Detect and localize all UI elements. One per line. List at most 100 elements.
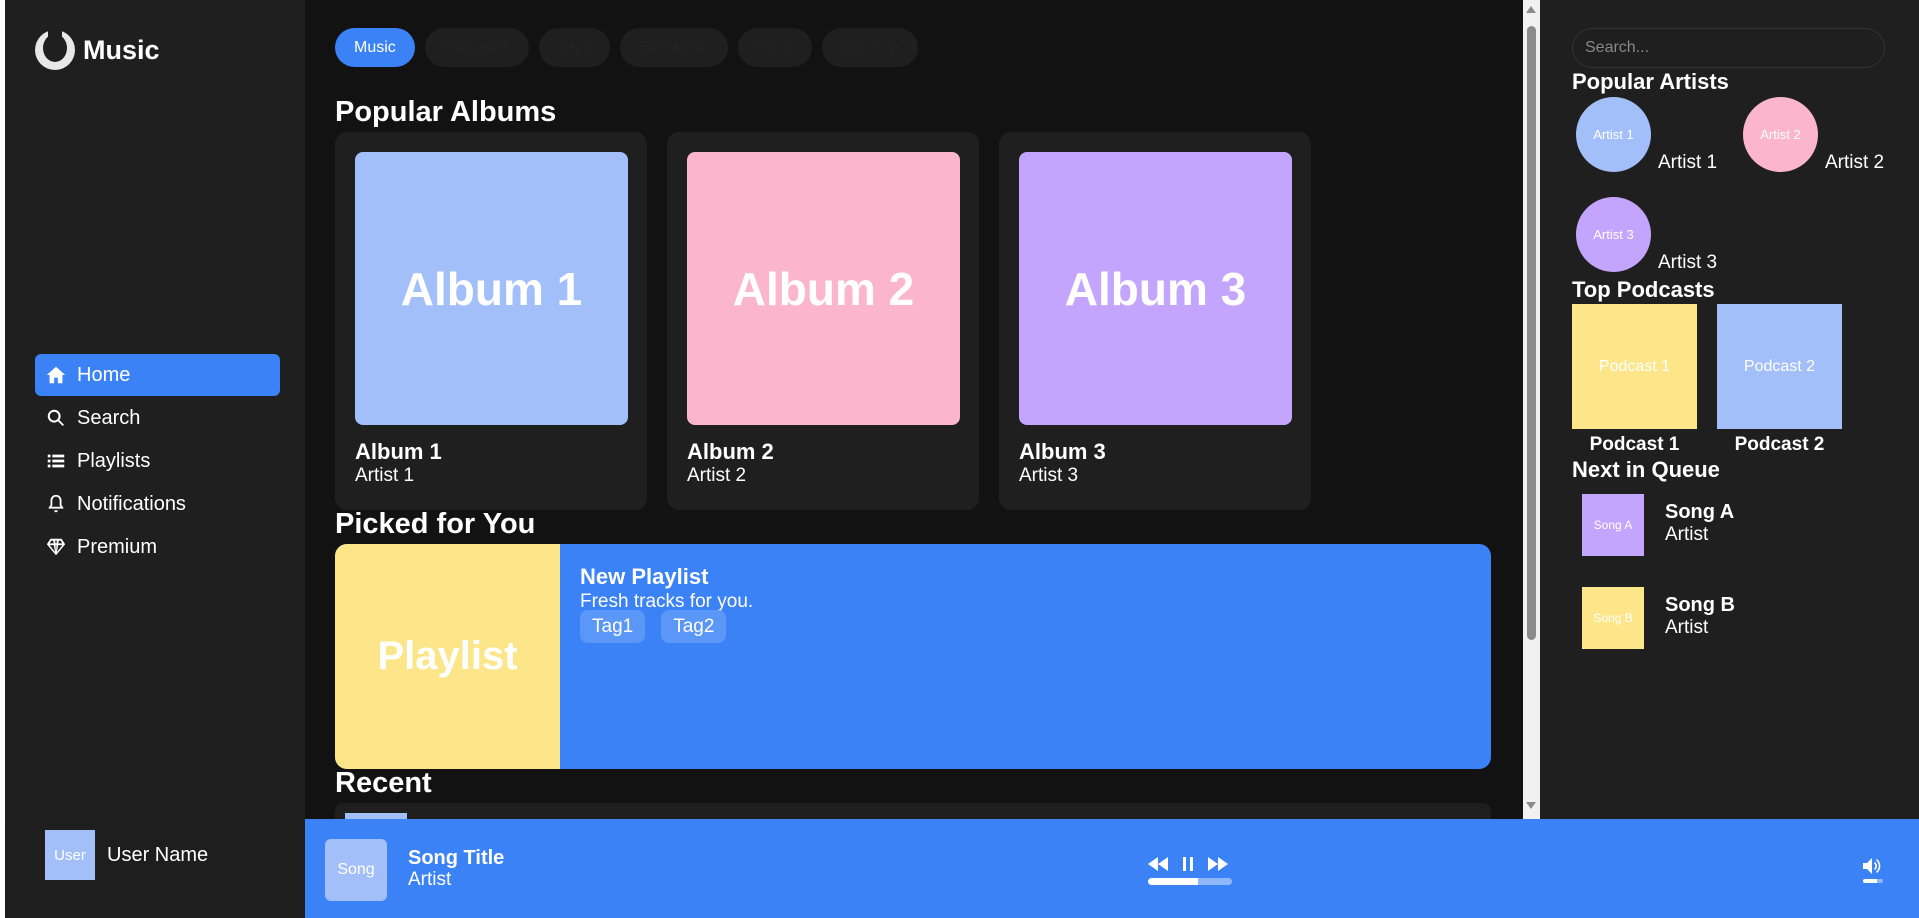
queue-artist: Artist bbox=[1665, 617, 1709, 638]
sidebar-item-label: Search bbox=[77, 406, 141, 429]
album-title: Album 1 bbox=[355, 439, 442, 464]
recent-item[interactable] bbox=[335, 803, 1491, 819]
user-name: User Name bbox=[107, 843, 209, 866]
list-icon bbox=[47, 454, 65, 468]
artist-name: Artist 2 bbox=[1825, 152, 1885, 173]
podcast-item[interactable]: Podcast 1 Podcast 1 bbox=[1572, 304, 1697, 456]
queue-title: Song A bbox=[1665, 501, 1735, 523]
user-profile[interactable]: User User Name bbox=[45, 830, 208, 880]
queue-cover: Song A bbox=[1582, 494, 1644, 556]
chip-jazz[interactable]: Jazz bbox=[538, 28, 610, 67]
app-title: Music bbox=[83, 34, 160, 65]
next-in-queue-heading: Next in Queue bbox=[1572, 457, 1720, 482]
app-window: Music Home Search Playlists Notification… bbox=[5, 0, 1919, 918]
album-artist: Artist 1 bbox=[355, 465, 415, 486]
artist-name: Artist 1 bbox=[1658, 152, 1718, 173]
tag-chip[interactable]: Tag1 bbox=[580, 610, 646, 643]
top-podcasts-heading: Top Podcasts bbox=[1572, 277, 1715, 302]
fast-forward-icon[interactable] bbox=[1208, 857, 1228, 871]
chip-electronic[interactable]: Electronic bbox=[619, 28, 728, 67]
sidebar-item-label: Playlists bbox=[77, 449, 151, 472]
playlist-title: New Playlist bbox=[580, 564, 709, 589]
player-bar: Song Song Title Artist bbox=[305, 819, 1919, 918]
app-logo[interactable]: Music bbox=[35, 30, 160, 70]
filter-chips: Music Podcasts Jazz Electronic Rock Hip … bbox=[335, 28, 919, 67]
bell-icon bbox=[48, 494, 64, 513]
search-input[interactable] bbox=[1572, 28, 1885, 68]
chip-podcasts[interactable]: Podcasts bbox=[424, 28, 529, 67]
main-content: Music Podcasts Jazz Electronic Rock Hip … bbox=[305, 0, 1523, 819]
album-cover: Album 1 bbox=[355, 152, 628, 425]
album-card[interactable]: Album 1 Album 1 Artist 1 bbox=[335, 132, 647, 510]
artist-item[interactable]: Artist 3 Artist 3 bbox=[1576, 197, 1776, 277]
progress-fill bbox=[1148, 878, 1199, 885]
recent-heading: Recent bbox=[335, 767, 432, 799]
playlist-cover: Playlist bbox=[335, 544, 560, 769]
sidebar-item-notifications[interactable]: Notifications bbox=[35, 483, 280, 525]
right-panel: Popular Artists Artist 1 Artist 1 Artist… bbox=[1540, 0, 1919, 819]
artist-name: Artist 3 bbox=[1658, 252, 1718, 273]
search-icon bbox=[47, 409, 64, 426]
chip-hip-hop[interactable]: Hip Hop bbox=[822, 28, 919, 67]
volume-fill bbox=[1863, 879, 1877, 883]
now-playing-artist: Artist bbox=[408, 869, 452, 890]
podcast-name: Podcast 1 bbox=[1589, 434, 1680, 455]
now-playing-art: Song bbox=[325, 839, 387, 901]
album-cover: Album 3 bbox=[1019, 152, 1292, 425]
volume-icon bbox=[1863, 858, 1881, 874]
album-artist: Artist 3 bbox=[1019, 465, 1079, 486]
sidebar-item-label: Notifications bbox=[77, 492, 186, 515]
main-scrollbar[interactable] bbox=[1523, 0, 1540, 819]
chip-rock[interactable]: Rock bbox=[737, 28, 813, 67]
picked-playlist-card[interactable]: Playlist New Playlist Fresh tracks for y… bbox=[335, 544, 1491, 769]
podcast-name: Podcast 2 bbox=[1734, 434, 1825, 455]
queue-item[interactable]: Song B Song B Artist bbox=[1582, 587, 1882, 651]
pause-icon[interactable] bbox=[1182, 857, 1194, 871]
popular-artists-heading: Popular Artists bbox=[1572, 69, 1729, 94]
album-cover: Album 2 bbox=[687, 152, 960, 425]
playlist-tags: Tag1 Tag2 bbox=[580, 610, 727, 643]
queue-title: Song B bbox=[1665, 594, 1735, 616]
album-card[interactable]: Album 2 Album 2 Artist 2 bbox=[667, 132, 979, 510]
home-icon bbox=[46, 366, 66, 384]
tag-chip[interactable]: Tag2 bbox=[661, 610, 727, 643]
scroll-up-icon[interactable] bbox=[1526, 6, 1536, 13]
album-title: Album 3 bbox=[1019, 439, 1106, 464]
diamond-icon bbox=[46, 538, 66, 556]
picked-for-you-heading: Picked for You bbox=[335, 508, 536, 540]
album-artist: Artist 2 bbox=[687, 465, 747, 486]
sidebar-item-search[interactable]: Search bbox=[35, 397, 280, 439]
queue-artist: Artist bbox=[1665, 524, 1709, 545]
rewind-icon[interactable] bbox=[1148, 857, 1168, 871]
sidebar: Music Home Search Playlists Notification… bbox=[5, 0, 305, 880]
volume-slider[interactable] bbox=[1863, 879, 1883, 883]
artist-avatar: Artist 2 bbox=[1743, 97, 1818, 172]
logo-icon bbox=[35, 30, 75, 70]
sidebar-item-premium[interactable]: Premium bbox=[35, 526, 280, 568]
avatar: User bbox=[45, 830, 95, 880]
sidebar-nav: Home Search Playlists Notifications Prem… bbox=[35, 354, 280, 569]
artist-avatar: Artist 1 bbox=[1576, 97, 1651, 172]
podcast-cover: Podcast 2 bbox=[1717, 304, 1842, 429]
artist-item[interactable]: Artist 2 Artist 2 bbox=[1743, 97, 1919, 177]
artist-avatar: Artist 3 bbox=[1576, 197, 1651, 272]
sidebar-item-label: Premium bbox=[77, 535, 158, 558]
now-playing-title: Song Title bbox=[408, 847, 505, 869]
popular-albums-heading: Popular Albums bbox=[335, 96, 557, 128]
sidebar-item-playlists[interactable]: Playlists bbox=[35, 440, 280, 482]
scrollbar-thumb[interactable] bbox=[1527, 26, 1536, 640]
sidebar-item-home[interactable]: Home bbox=[35, 354, 280, 396]
podcast-item[interactable]: Podcast 2 Podcast 2 bbox=[1717, 304, 1842, 456]
podcast-cover: Podcast 1 bbox=[1572, 304, 1697, 429]
sidebar-item-label: Home bbox=[77, 363, 131, 386]
album-card[interactable]: Album 3 Album 3 Artist 3 bbox=[999, 132, 1311, 510]
queue-item[interactable]: Song A Song A Artist bbox=[1582, 494, 1882, 558]
scroll-down-icon[interactable] bbox=[1526, 802, 1536, 809]
volume-button[interactable] bbox=[1863, 857, 1883, 880]
chip-music[interactable]: Music bbox=[335, 28, 415, 67]
album-title: Album 2 bbox=[687, 439, 774, 464]
progress-bar[interactable] bbox=[1148, 878, 1232, 885]
albums-row: Album 1 Album 1 Artist 1 Album 2 Album 2… bbox=[335, 132, 1311, 510]
playback-controls bbox=[1148, 857, 1228, 871]
queue-cover: Song B bbox=[1582, 587, 1644, 649]
